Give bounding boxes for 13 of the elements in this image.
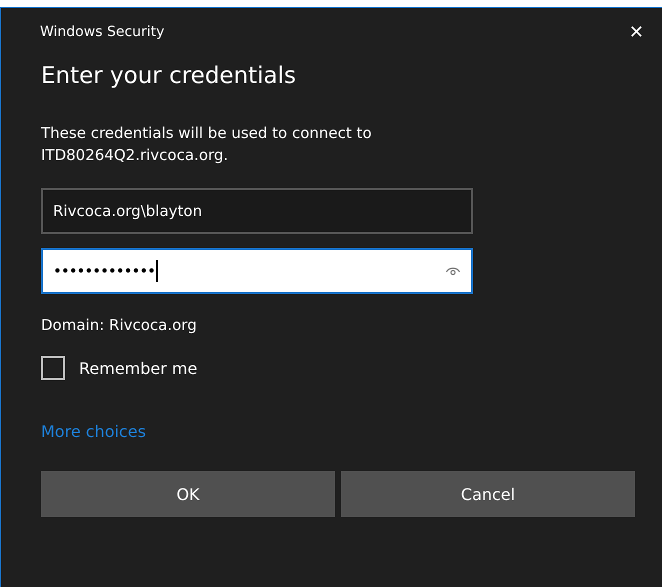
eye-icon[interactable] [445, 265, 461, 277]
password-field[interactable]: ••••••••••••• [41, 248, 473, 294]
remember-label[interactable]: Remember me [79, 358, 198, 378]
close-button[interactable]: ✕ [620, 22, 652, 42]
domain-label: Domain: Rivcoca.org [41, 316, 198, 334]
dialog-button[interactable]: OK [41, 471, 335, 517]
message-text: These credentials will be used to connect to ITD80264Q2.rivcoca.org. [41, 123, 373, 166]
more-choices-link[interactable]: More choices [41, 422, 146, 441]
dialog-heading: Enter your credentials [41, 62, 298, 91]
window-title: Windows Security [40, 24, 164, 40]
remember-checkbox[interactable] [41, 356, 65, 380]
dialog-button[interactable]: Cancel [341, 471, 635, 517]
username-field[interactable]: Rivcoca.org\blayton [41, 188, 473, 234]
